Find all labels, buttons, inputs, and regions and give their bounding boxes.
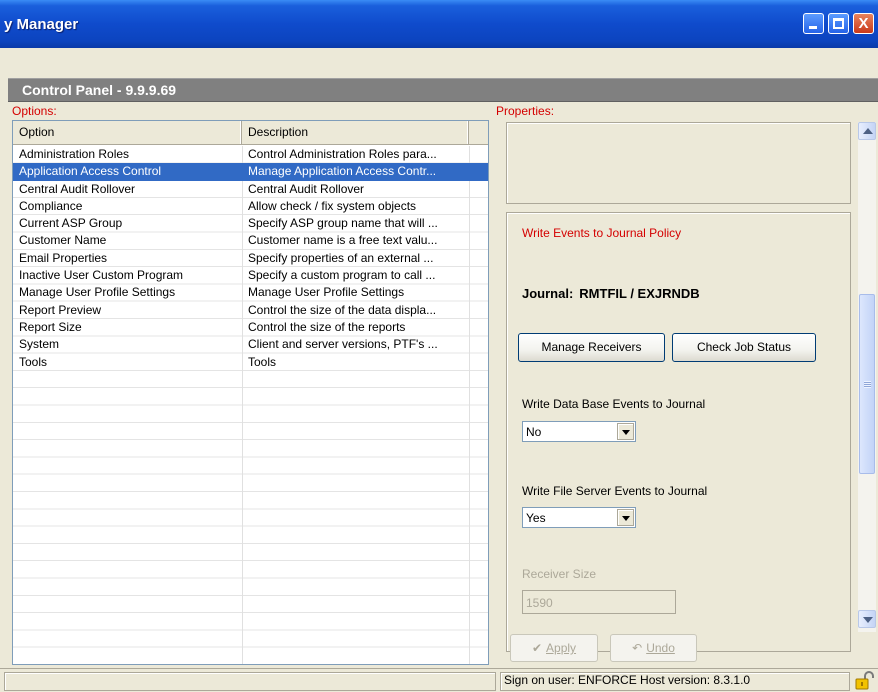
list-row[interactable]: Tools Tools [13, 354, 488, 371]
description-cell: Customer name is a free text valu... [248, 233, 438, 248]
chevron-down-icon[interactable] [617, 509, 634, 526]
receiver-size-value: 1590 [526, 596, 553, 610]
policy-title: Write Events to Journal Policy [522, 226, 682, 240]
option-cell: Report Preview [19, 302, 102, 317]
description-cell: Manage Application Access Contr... [248, 164, 437, 179]
close-icon: X [858, 15, 869, 32]
list-row[interactable]: Compliance Allow check / fix system objec… [13, 198, 488, 215]
description-cell: Control the size of the reports [248, 319, 406, 334]
options-list[interactable]: Option Description Administration Roles C… [12, 120, 489, 665]
option-cell: Manage User Profile Settings [19, 285, 176, 300]
option-cell: Customer Name [19, 233, 107, 248]
list-row[interactable]: Customer Name Customer name is a free tex… [13, 232, 488, 249]
check-job-status-button[interactable]: Check Job Status [672, 333, 816, 362]
description-cell: Control the size of the data displa... [248, 302, 437, 317]
option-cell: Tools [19, 354, 48, 369]
scroll-up-button[interactable] [858, 122, 876, 140]
description-cell: Tools [248, 354, 277, 369]
list-row[interactable]: Central Audit Rollover Central Audit Roll… [13, 181, 488, 198]
window-title: y Manager [4, 16, 79, 33]
list-row[interactable]: Administration Roles Control Administrati… [13, 146, 488, 163]
apply-label: Apply [546, 641, 577, 655]
chevron-down-icon[interactable] [617, 423, 634, 440]
minimize-icon [809, 26, 817, 29]
description-cell: Manage User Profile Settings [248, 285, 405, 300]
properties-label: Properties: [496, 104, 555, 118]
fs-events-label: Write File Server Events to Journal [522, 484, 708, 498]
list-rows: Administration Roles Control Administrati… [13, 146, 488, 371]
control-panel-header: Control Panel - 9.9.9.69 [8, 78, 878, 102]
list-row[interactable]: Email Properties Specify properties of an… [13, 250, 488, 267]
properties-scrollbar[interactable] [858, 122, 876, 632]
description-cell: Specify a custom program to call ... [248, 268, 436, 283]
title-bar[interactable]: y Manager X [0, 0, 878, 48]
db-events-label: Write Data Base Events to Journal [522, 397, 706, 411]
journal-info: Journal: RMTFIL / EXJRNDB [522, 286, 700, 301]
journal-value: RMTFIL / EXJRNDB [579, 286, 700, 301]
option-cell: Inactive User Custom Program [19, 268, 184, 283]
grip-icon [864, 381, 871, 388]
list-row[interactable]: System Client and server versions, PTF's … [13, 336, 488, 353]
list-row[interactable]: Inactive User Custom Program Specify a cu… [13, 267, 488, 284]
option-cell: System [19, 337, 60, 352]
list-row[interactable]: Report Preview Control the size of the da… [13, 302, 488, 319]
description-cell: Specify ASP group name that will ... [248, 216, 438, 231]
status-text: Sign on user: ENFORCE Host version: 8.3.… [504, 673, 751, 687]
status-bar: Sign on user: ENFORCE Host version: 8.3.… [0, 668, 878, 692]
receiver-size-label: Receiver Size [522, 567, 597, 581]
description-cell: Central Audit Rollover [248, 181, 365, 196]
option-cell: Report Size [19, 319, 82, 334]
option-cell: Email Properties [19, 250, 108, 265]
description-cell: Control Administration Roles para... [248, 147, 437, 161]
fs-events-value: Yes [526, 511, 546, 525]
scroll-down-icon [863, 617, 873, 623]
option-cell: Central Audit Rollover [19, 181, 136, 196]
maximize-icon [833, 18, 844, 29]
checkmark-icon: ✔ [531, 641, 543, 655]
status-pane-left [4, 672, 496, 691]
list-header: Option Description [13, 121, 488, 145]
db-events-value: No [526, 425, 542, 439]
options-label: Options: [12, 104, 57, 118]
properties-top-area [506, 122, 851, 204]
scroll-up-icon [863, 128, 873, 134]
undo-label: Undo [646, 641, 675, 655]
undo-button[interactable]: ↶ Undo [610, 634, 697, 662]
minimize-button[interactable] [803, 13, 824, 34]
option-cell: Compliance [19, 198, 83, 213]
unlocked-padlock-icon [855, 671, 874, 690]
list-row[interactable]: Current ASP Group Specify ASP group name … [13, 215, 488, 232]
undo-icon: ↶ [632, 641, 643, 655]
column-header-description[interactable]: Description [242, 121, 469, 144]
list-row[interactable]: Manage User Profile Settings Manage User … [13, 284, 488, 301]
receiver-size-input[interactable]: 1590 [522, 590, 676, 614]
fs-events-select[interactable]: Yes [522, 507, 636, 528]
option-cell: Current ASP Group [19, 216, 123, 231]
scroll-down-button[interactable] [858, 610, 876, 628]
manage-receivers-button[interactable]: Manage Receivers [518, 333, 665, 362]
option-cell: Application Access Control [19, 164, 162, 179]
close-button[interactable]: X [853, 13, 874, 34]
list-row[interactable]: Application Access Control Manage Applica… [13, 163, 488, 181]
option-cell: Administration Roles [19, 147, 130, 161]
control-panel-title: Control Panel - 9.9.9.69 [22, 82, 177, 98]
description-cell: Allow check / fix system objects [248, 198, 417, 213]
db-events-select[interactable]: No [522, 421, 636, 442]
description-cell: Specify properties of an external ... [248, 250, 434, 265]
description-cell: Client and server versions, PTF's ... [248, 337, 438, 352]
list-row[interactable]: Report Size Control the size of the repor… [13, 319, 488, 336]
apply-button[interactable]: ✔ Apply [510, 634, 598, 662]
maximize-button[interactable] [828, 13, 849, 34]
column-header-option[interactable]: Option [13, 121, 242, 144]
scroll-thumb[interactable] [859, 294, 875, 474]
journal-label: Journal: [522, 286, 574, 301]
